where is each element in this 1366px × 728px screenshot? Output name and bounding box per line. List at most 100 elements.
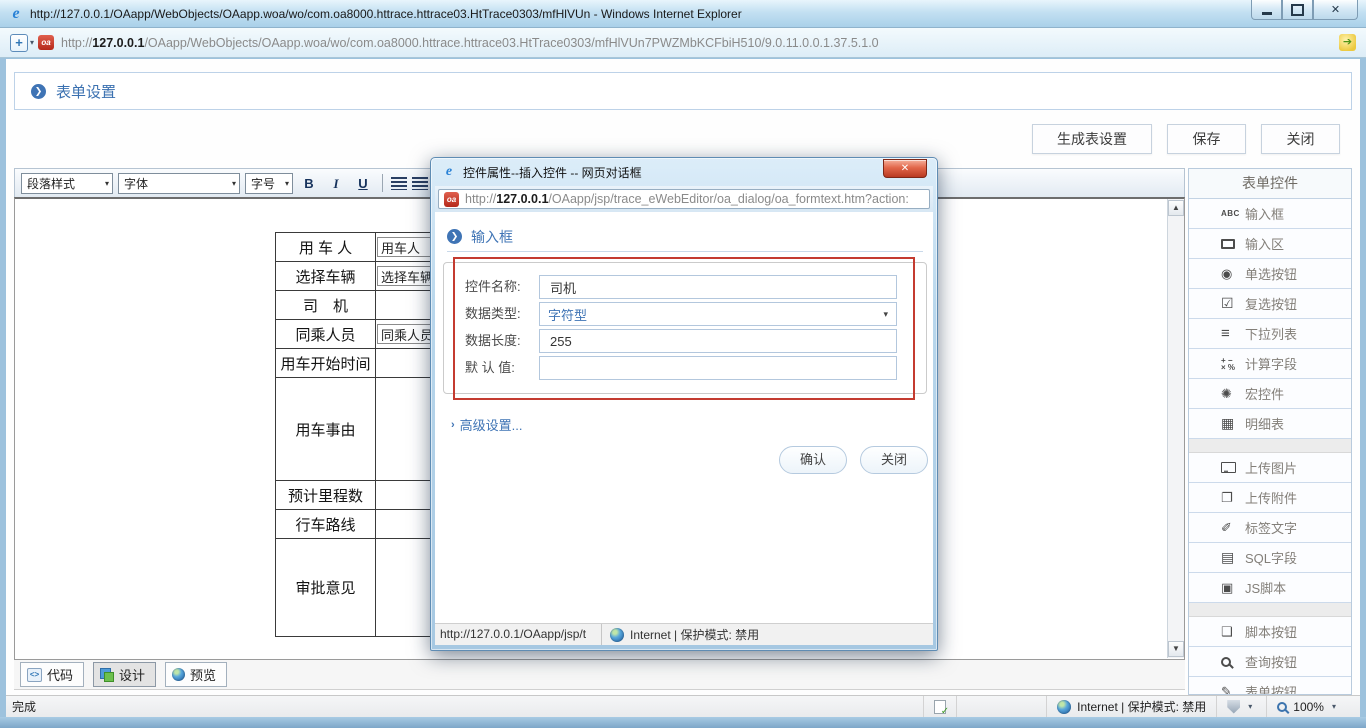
sidebar-item-input-box[interactable]: 输入框: [1189, 199, 1351, 229]
sidebar-item-form-button[interactable]: 表单按钮: [1189, 677, 1351, 695]
sidebar-item-script-button[interactable]: 脚本按钮: [1189, 617, 1351, 647]
maximize-button[interactable]: [1282, 0, 1313, 20]
sidebar-item-query-button[interactable]: 查询按钮: [1189, 647, 1351, 677]
chevron-down-icon: [883, 309, 888, 320]
dialog-titlebar: e 控件属性--插入控件 -- 网页对话框: [431, 158, 937, 186]
tab-design[interactable]: 设计: [93, 662, 157, 687]
window-controls: [1251, 0, 1358, 20]
go-button-icon[interactable]: [1339, 34, 1356, 51]
sql-field-icon: [1221, 549, 1245, 566]
paragraph-style-label: 段落样式: [27, 176, 76, 191]
sidebar-item-detail-table[interactable]: 明细表: [1189, 409, 1351, 439]
row-label: 同乘人员: [275, 319, 376, 349]
zoom-level: 100%: [1293, 699, 1324, 714]
label-text-icon: [1221, 520, 1245, 536]
security-shield-icon: [1227, 699, 1241, 714]
bold-button[interactable]: B: [298, 173, 320, 194]
font-size-select[interactable]: 字号: [245, 172, 293, 194]
default-value-label: 默 认 值:: [465, 360, 515, 375]
data-length-input[interactable]: [539, 329, 897, 353]
tab-code-label: 代码: [47, 668, 74, 683]
code-icon: [27, 667, 42, 682]
security-zone-cell: Internet | 保护模式: 禁用: [1046, 696, 1216, 717]
advanced-settings-link[interactable]: 高级设置...: [451, 415, 523, 434]
dialog-title: 控件属性--插入控件 -- 网页对话框: [463, 165, 642, 180]
site-favicon: [444, 191, 459, 207]
paragraph-style-select[interactable]: 段落样式: [21, 172, 113, 194]
url-domain: 127.0.0.1: [92, 35, 145, 50]
align-center-icon[interactable]: [412, 176, 428, 190]
upload-image-icon: [1221, 462, 1245, 473]
data-type-value: 字符型: [548, 307, 588, 323]
globe-icon: [172, 668, 186, 681]
section-bullet-icon: [447, 229, 462, 244]
page-check-icon: [934, 699, 949, 717]
chevron-down-icon: [1332, 702, 1336, 711]
italic-button[interactable]: I: [325, 173, 347, 194]
tab-design-label: 设计: [119, 668, 146, 683]
tab-code[interactable]: 代码: [20, 662, 85, 687]
sidebar-item-upload-image[interactable]: 上传图片: [1189, 453, 1351, 483]
sidebar-item-input-area[interactable]: 输入区: [1189, 229, 1351, 259]
radio-icon: [1221, 266, 1245, 282]
row-label: 用车开始时间: [275, 348, 376, 378]
protected-mode-cell[interactable]: [1216, 696, 1266, 717]
form-button-icon: [1221, 684, 1245, 695]
sidebar-item-label-text[interactable]: 标签文字: [1189, 513, 1351, 543]
url-path: /OAapp/WebObjects/OAapp.woa/wo/com.oa800…: [144, 35, 879, 50]
tab-preview-label: 预览: [190, 668, 217, 683]
dialog-url-field: http://127.0.0.1/OAapp/jsp/trace_eWebEdi…: [438, 189, 930, 209]
font-size-label: 字号: [251, 176, 276, 191]
favorite-dropdown-icon[interactable]: [30, 38, 34, 47]
dialog-url-text: http://127.0.0.1/OAapp/jsp/trace_eWebEdi…: [465, 192, 924, 206]
scroll-down-icon[interactable]: [1168, 641, 1184, 657]
close-window-button[interactable]: [1313, 0, 1358, 20]
dialog-status-bar: http://127.0.0.1/OAapp/jsp/t Internet | …: [435, 623, 933, 645]
toolbar-separator: [382, 174, 383, 192]
underline-button[interactable]: U: [352, 173, 374, 194]
scroll-up-icon[interactable]: [1168, 200, 1184, 216]
font-select[interactable]: 字体: [118, 172, 240, 194]
dialog-close-icon[interactable]: [883, 159, 927, 178]
dialog-status-url: http://127.0.0.1/OAapp/jsp/t: [435, 624, 602, 645]
minimize-button[interactable]: [1251, 0, 1282, 20]
row-label: 用车事由: [275, 377, 376, 481]
sidebar-item-upload-attachment[interactable]: 上传附件: [1189, 483, 1351, 513]
dialog-address-bar: http://127.0.0.1/OAapp/jsp/trace_eWebEdi…: [435, 186, 933, 212]
dialog-section-header: 输入框: [447, 222, 923, 252]
chevron-down-icon: [105, 179, 109, 188]
sidebar-item-sql-field[interactable]: SQL字段: [1189, 543, 1351, 573]
upload-attachment-icon: [1221, 490, 1245, 506]
editor-scrollbar[interactable]: [1167, 199, 1184, 658]
sidebar-item-checkbox[interactable]: 复选按钮: [1189, 289, 1351, 319]
search-button-icon: [1221, 656, 1245, 667]
sidebar-item-calc-field[interactable]: + − × % 计算字段: [1189, 349, 1351, 379]
status-spacer: [956, 696, 1046, 717]
zoom-control[interactable]: 100%: [1266, 696, 1360, 717]
page-status-cell: [923, 696, 956, 717]
tab-preview[interactable]: 预览: [165, 662, 228, 687]
sidebar-item-dropdown-list[interactable]: 下拉列表: [1189, 319, 1351, 349]
sidebar-item-radio[interactable]: 单选按钮: [1189, 259, 1351, 289]
confirm-button[interactable]: 确认: [779, 446, 847, 474]
dialog-section-title: 输入框: [471, 228, 513, 245]
globe-icon: [1057, 699, 1072, 714]
close-page-button[interactable]: 关闭: [1261, 124, 1340, 154]
data-type-select[interactable]: 字符型: [539, 302, 897, 326]
control-properties-dialog: e 控件属性--插入控件 -- 网页对话框 http://127.0.0.1/O…: [430, 157, 938, 651]
chevron-right-icon: [451, 419, 455, 431]
dialog-close-button[interactable]: 关闭: [860, 446, 928, 474]
sidebar-item-macro-control[interactable]: 宏控件: [1189, 379, 1351, 409]
add-favorite-icon[interactable]: [10, 33, 28, 52]
control-name-input[interactable]: [539, 275, 897, 299]
design-icon: [100, 667, 115, 682]
generate-table-button[interactable]: 生成表设置: [1032, 124, 1152, 154]
globe-icon: [610, 627, 624, 642]
default-value-input[interactable]: [539, 356, 897, 380]
calc-field-icon: + − × %: [1221, 355, 1236, 372]
sidebar-item-js-script[interactable]: JS脚本: [1189, 573, 1351, 603]
address-bar: http://127.0.0.1/OAapp/WebObjects/OAapp.…: [0, 28, 1366, 58]
save-button[interactable]: 保存: [1167, 124, 1246, 154]
url-field[interactable]: http://127.0.0.1/OAapp/WebObjects/OAapp.…: [61, 36, 1331, 50]
align-left-icon[interactable]: [391, 176, 407, 190]
